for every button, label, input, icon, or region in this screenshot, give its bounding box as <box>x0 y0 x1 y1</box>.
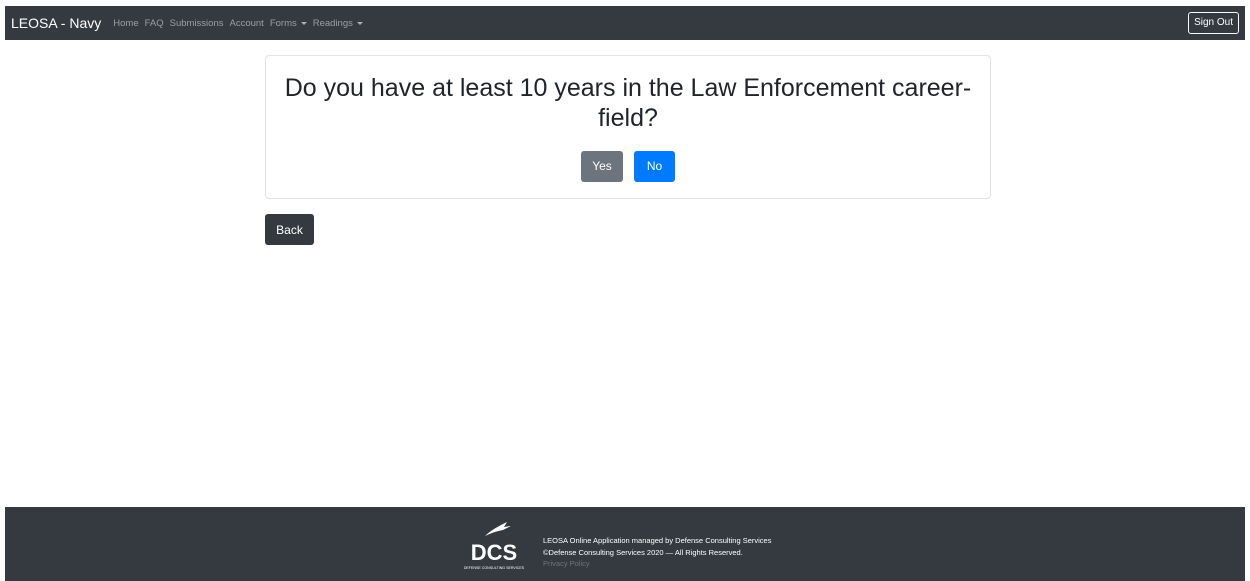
nav-dropdown-readings[interactable]: Readings <box>313 18 363 29</box>
caret-down-icon <box>300 21 307 25</box>
nav-link-account[interactable]: Account <box>229 18 263 29</box>
question-text: Do you have at least 10 years in the Law… <box>284 74 972 132</box>
nav-link-submissions[interactable]: Submissions <box>170 18 224 29</box>
footer-text: LEOSA Online Application managed by Defe… <box>543 535 771 570</box>
brand-link[interactable]: LEOSA - Navy <box>11 15 101 31</box>
nav-link-home[interactable]: Home <box>113 18 138 29</box>
nav-dropdown-readings-label: Readings <box>312 17 353 29</box>
no-button[interactable]: No <box>634 151 675 182</box>
nav-links: Home FAQ Submissions Account Forms Readi… <box>113 18 369 29</box>
footer-copyright: ©Defense Consulting Services 2020 — All … <box>543 547 743 557</box>
caret-down-icon <box>356 21 363 25</box>
sign-out-button[interactable]: Sign Out <box>1188 12 1239 34</box>
back-button[interactable]: Back <box>265 214 314 245</box>
nav-dropdown-forms-label: Forms <box>269 17 297 29</box>
footer: DCS DEFENSE CONSULTING SERVICES LEOSA On… <box>5 507 1245 581</box>
logo-letters: DCS <box>471 540 517 565</box>
nav-dropdown-forms[interactable]: Forms <box>270 18 307 29</box>
yes-button[interactable]: Yes <box>581 151 623 182</box>
logo-subtext: DEFENSE CONSULTING SERVICES <box>464 566 525 570</box>
answer-buttons: Yes No <box>266 151 990 182</box>
nav-link-faq[interactable]: FAQ <box>145 18 164 29</box>
top-navbar: LEOSA - Navy Home FAQ Submissions Accoun… <box>5 6 1245 40</box>
privacy-policy-link[interactable]: Privacy Policy <box>543 558 771 570</box>
dcs-logo: DCS DEFENSE CONSULTING SERVICES <box>464 522 525 570</box>
footer-managed-by: LEOSA Online Application managed by Defe… <box>543 536 772 545</box>
question-card: Do you have at least 10 years in the Law… <box>265 55 991 199</box>
